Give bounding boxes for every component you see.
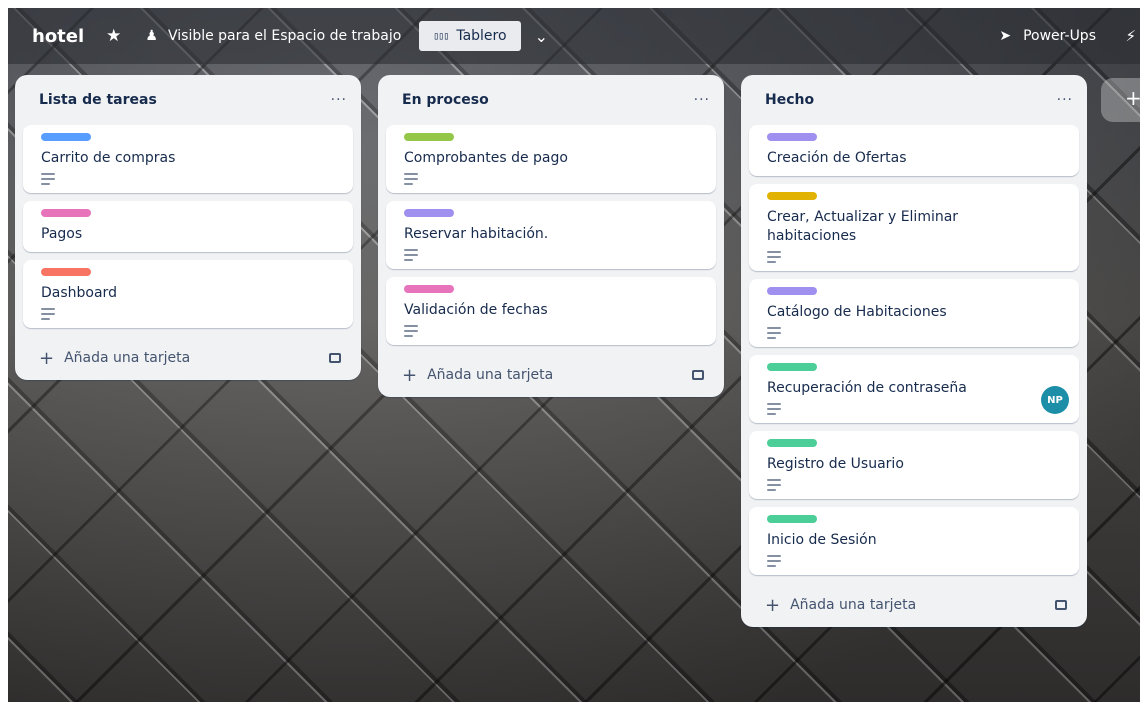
board-header: hotel ★ ♟ Visible para el Espacio de tra… xyxy=(8,8,1140,64)
visibility-button[interactable]: ♟ Visible para el Espacio de trabajo xyxy=(145,28,401,44)
card-template-icon[interactable] xyxy=(1055,600,1067,610)
list-menu-icon[interactable]: ··· xyxy=(1057,92,1073,108)
card-label[interactable] xyxy=(767,439,817,447)
card-label[interactable] xyxy=(767,363,817,371)
card-title: Crear, Actualizar y Eliminar habitacione… xyxy=(767,209,959,244)
card[interactable]: Crear, Actualizar y Eliminar habitacione… xyxy=(749,184,1079,271)
board-icon: ▯▯▯ xyxy=(433,30,449,42)
member-avatar[interactable]: NP xyxy=(1041,386,1069,414)
description-icon xyxy=(404,325,418,337)
card[interactable]: Recuperación de contraseña NP xyxy=(749,355,1079,423)
card[interactable]: Registro de Usuario xyxy=(749,431,1079,499)
star-icon[interactable]: ★ xyxy=(106,26,121,46)
add-card-button[interactable]: + Añada una tarjeta xyxy=(765,595,916,616)
powerups-button[interactable]: ➤ Power-Ups xyxy=(999,28,1096,44)
card-template-icon[interactable] xyxy=(692,370,704,380)
card-label[interactable] xyxy=(41,133,91,141)
add-card-label: Añada una tarjeta xyxy=(427,367,554,383)
list-title[interactable]: Lista de tareas xyxy=(39,92,157,108)
card-title: Validación de fechas xyxy=(404,302,548,318)
card-label[interactable] xyxy=(767,515,817,523)
list-lista-de-tareas: Lista de tareas ··· Carrito de compras P… xyxy=(15,75,361,380)
description-icon xyxy=(41,173,55,185)
card-title: Registro de Usuario xyxy=(767,456,904,472)
card[interactable]: Catálogo de Habitaciones xyxy=(749,279,1079,347)
description-icon xyxy=(767,327,781,339)
card-title: Catálogo de Habitaciones xyxy=(767,304,947,320)
card-title: Inicio de Sesión xyxy=(767,532,877,548)
list-title[interactable]: En proceso xyxy=(402,92,489,108)
add-card-button[interactable]: + Añada una tarjeta xyxy=(39,348,190,369)
card-label[interactable] xyxy=(404,209,454,217)
board-view-label: Tablero xyxy=(456,28,507,44)
description-icon xyxy=(767,251,781,263)
card-title: Dashboard xyxy=(41,285,117,301)
card[interactable]: Reservar habitación. xyxy=(386,201,716,269)
add-card-label: Añada una tarjeta xyxy=(790,597,917,613)
list-menu-icon[interactable]: ··· xyxy=(331,92,347,108)
description-icon xyxy=(767,479,781,491)
card-label[interactable] xyxy=(404,133,454,141)
card-title: Carrito de compras xyxy=(41,150,176,166)
list-en-proceso: En proceso ··· Comprobantes de pago Rese… xyxy=(378,75,724,397)
add-card-label: Añada una tarjeta xyxy=(64,350,191,366)
automation-icon[interactable]: ⚡ xyxy=(1125,27,1136,45)
card-title: Creación de Ofertas xyxy=(767,150,907,166)
card-title: Reservar habitación. xyxy=(404,226,549,242)
add-card-button[interactable]: + Añada una tarjeta xyxy=(402,365,553,386)
list-hecho: Hecho ··· Creación de Ofertas Crear, Act… xyxy=(741,75,1087,627)
card-label[interactable] xyxy=(767,133,817,141)
board-title[interactable]: hotel xyxy=(32,26,84,47)
card-label[interactable] xyxy=(41,268,91,276)
plus-icon: + xyxy=(402,364,418,386)
description-icon xyxy=(767,555,781,567)
description-icon xyxy=(767,403,781,415)
card[interactable]: Pagos xyxy=(23,201,353,252)
card-label[interactable] xyxy=(41,209,91,217)
powerups-label: Power-Ups xyxy=(1023,28,1096,44)
board-view-button[interactable]: ▯▯▯ Tablero xyxy=(419,21,521,51)
list-menu-icon[interactable]: ··· xyxy=(694,92,710,108)
card-label[interactable] xyxy=(404,285,454,293)
rocket-icon: ➤ xyxy=(999,28,1012,44)
card[interactable]: Inicio de Sesión xyxy=(749,507,1079,575)
add-list-button[interactable]: + xyxy=(1101,78,1140,122)
card[interactable]: Carrito de compras xyxy=(23,125,353,193)
card[interactable]: Validación de fechas xyxy=(386,277,716,345)
card-template-icon[interactable] xyxy=(329,353,341,363)
card[interactable]: Dashboard xyxy=(23,260,353,328)
description-icon xyxy=(404,249,418,261)
plus-icon: + xyxy=(39,347,55,369)
description-icon xyxy=(41,308,55,320)
card-title: Pagos xyxy=(41,226,83,242)
people-icon: ♟ xyxy=(145,28,158,44)
description-icon xyxy=(404,173,418,185)
card-title: Recuperación de contraseña xyxy=(767,380,967,396)
card[interactable]: Creación de Ofertas xyxy=(749,125,1079,176)
card[interactable]: Comprobantes de pago xyxy=(386,125,716,193)
card-title: Comprobantes de pago xyxy=(404,150,568,166)
card-label[interactable] xyxy=(767,287,817,295)
plus-icon: + xyxy=(765,594,781,616)
card-label[interactable] xyxy=(767,192,817,200)
board-canvas: hotel ★ ♟ Visible para el Espacio de tra… xyxy=(8,8,1140,702)
chevron-down-icon[interactable]: ⌄ xyxy=(535,27,548,46)
list-title[interactable]: Hecho xyxy=(765,92,814,108)
visibility-label: Visible para el Espacio de trabajo xyxy=(167,28,402,44)
